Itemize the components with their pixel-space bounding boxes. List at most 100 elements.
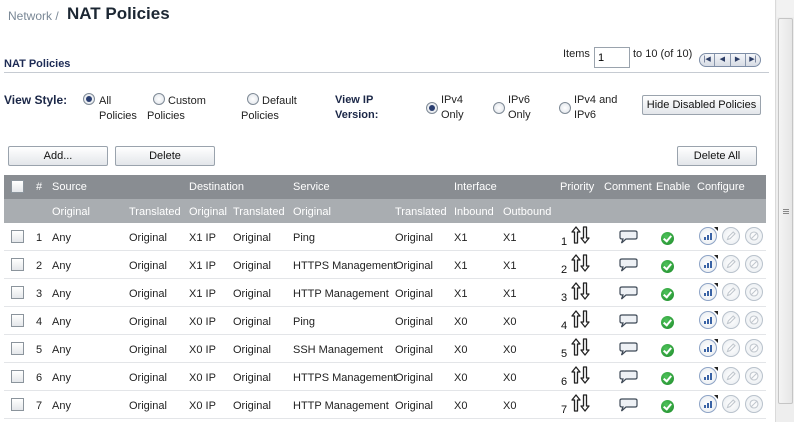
view-style-all-label[interactable]: All Policies (77, 94, 137, 124)
ipv4-only-radio[interactable] (426, 102, 438, 114)
hide-disabled-policies-button[interactable]: Hide Disabled Policies (642, 95, 761, 115)
scroll-grip (783, 209, 789, 210)
priority-arrows-icon[interactable] (570, 254, 592, 272)
edit-pencil-icon[interactable] (722, 227, 740, 245)
col-enable[interactable]: Enable (656, 181, 690, 193)
view-style-default-label[interactable]: Default Policies (241, 94, 311, 124)
col-inbound[interactable]: Inbound (454, 206, 494, 218)
enabled-check-icon[interactable] (661, 400, 674, 413)
col-destination-original[interactable]: Original (189, 206, 227, 218)
col-num[interactable]: # (36, 181, 42, 193)
comment-icon[interactable] (618, 342, 638, 356)
edit-pencil-icon[interactable] (722, 255, 740, 273)
destination-original: X0 IP (189, 344, 216, 356)
col-source-translated[interactable]: Translated (129, 206, 181, 218)
col-interface[interactable]: Interface (454, 181, 497, 193)
delete-disabled-icon[interactable] (745, 283, 763, 301)
statistics-icon[interactable] (699, 283, 718, 301)
delete-disabled-icon[interactable] (745, 227, 763, 245)
col-comment[interactable]: Comment (604, 181, 652, 193)
first-page-icon[interactable]: |◀ (700, 54, 716, 66)
enabled-check-icon[interactable] (661, 232, 674, 245)
col-source-original[interactable]: Original (52, 206, 90, 218)
statistics-icon[interactable] (699, 339, 718, 357)
col-service[interactable]: Service (293, 181, 330, 193)
ipv4-and-ipv6-label[interactable]: IPv4 and IPv6 (574, 93, 617, 123)
col-outbound[interactable]: Outbound (503, 206, 551, 218)
previous-page-icon[interactable]: ◀ (715, 54, 731, 66)
delete-disabled-icon[interactable] (745, 339, 763, 357)
priority-value: 2 (561, 264, 568, 276)
add-button[interactable]: Add... (8, 146, 108, 166)
col-service-original[interactable]: Original (293, 206, 331, 218)
enabled-check-icon[interactable] (661, 288, 674, 301)
enabled-check-icon[interactable] (661, 316, 674, 329)
next-page-icon[interactable]: ▶ (731, 54, 746, 66)
delete-disabled-icon[interactable] (745, 395, 763, 413)
row-checkbox[interactable] (11, 314, 24, 327)
comment-icon[interactable] (618, 370, 638, 384)
interface-outbound: X1 (503, 232, 517, 244)
breadcrumb[interactable]: Network / (8, 9, 59, 23)
row-checkbox[interactable] (11, 230, 24, 243)
ipv6-only-label[interactable]: IPv6 Only (508, 93, 531, 123)
priority-arrows-icon[interactable] (570, 282, 592, 300)
pager-items-input[interactable] (594, 47, 630, 68)
delete-all-button[interactable]: Delete All (677, 146, 757, 166)
priority-arrows-icon[interactable] (570, 394, 592, 412)
col-service-translated[interactable]: Translated (395, 206, 447, 218)
delete-disabled-icon[interactable] (745, 255, 763, 273)
destination-original: X1 IP (189, 232, 216, 244)
comment-icon[interactable] (618, 398, 638, 412)
row-checkbox[interactable] (11, 370, 24, 383)
destination-translated: Original (233, 232, 271, 244)
delete-disabled-icon[interactable] (745, 367, 763, 385)
comment-icon[interactable] (618, 314, 638, 328)
delete-button[interactable]: Delete (115, 146, 215, 166)
priority-arrows-icon[interactable] (570, 366, 592, 384)
select-all-checkbox[interactable] (11, 180, 24, 193)
col-source[interactable]: Source (52, 181, 87, 193)
priority-arrows-icon[interactable] (570, 338, 592, 356)
col-destination-translated[interactable]: Translated (233, 206, 285, 218)
destination-original: X0 IP (189, 372, 216, 384)
enabled-check-icon[interactable] (661, 344, 674, 357)
row-checkbox[interactable] (11, 286, 24, 299)
enabled-check-icon[interactable] (661, 372, 674, 385)
row-checkbox[interactable] (11, 398, 24, 411)
edit-pencil-icon[interactable] (722, 339, 740, 357)
interface-outbound: X1 (503, 288, 517, 300)
source-translated: Original (129, 232, 167, 244)
vertical-scrollbar[interactable] (775, 0, 794, 422)
enabled-check-icon[interactable] (661, 260, 674, 273)
col-destination[interactable]: Destination (189, 181, 244, 193)
scroll-up-arrow[interactable] (777, 0, 794, 17)
statistics-icon[interactable] (699, 227, 718, 245)
scrollbar-thumb[interactable] (778, 18, 793, 404)
edit-pencil-icon[interactable] (722, 311, 740, 329)
ipv4-only-label[interactable]: IPv4 Only (441, 93, 464, 123)
ipv6-only-radio[interactable] (493, 102, 505, 114)
delete-disabled-icon[interactable] (745, 311, 763, 329)
service-translated: Original (395, 260, 433, 272)
statistics-icon[interactable] (699, 367, 718, 385)
interface-inbound: X0 (454, 400, 468, 412)
row-checkbox[interactable] (11, 342, 24, 355)
edit-pencil-icon[interactable] (722, 283, 740, 301)
priority-arrows-icon[interactable] (570, 226, 592, 244)
ipv4-and-ipv6-radio[interactable] (559, 102, 571, 114)
statistics-icon[interactable] (699, 311, 718, 329)
last-page-icon[interactable]: ▶| (746, 54, 760, 66)
row-checkbox[interactable] (11, 258, 24, 271)
comment-icon[interactable] (618, 230, 638, 244)
comment-icon[interactable] (618, 286, 638, 300)
statistics-icon[interactable] (699, 255, 718, 273)
statistics-icon[interactable] (699, 395, 718, 413)
col-priority[interactable]: Priority (560, 181, 594, 193)
priority-arrows-icon[interactable] (570, 310, 592, 328)
edit-pencil-icon[interactable] (722, 395, 740, 413)
edit-pencil-icon[interactable] (722, 367, 740, 385)
destination-translated: Original (233, 288, 271, 300)
comment-icon[interactable] (618, 258, 638, 272)
view-style-custom-label[interactable]: Custom Policies (147, 94, 217, 124)
